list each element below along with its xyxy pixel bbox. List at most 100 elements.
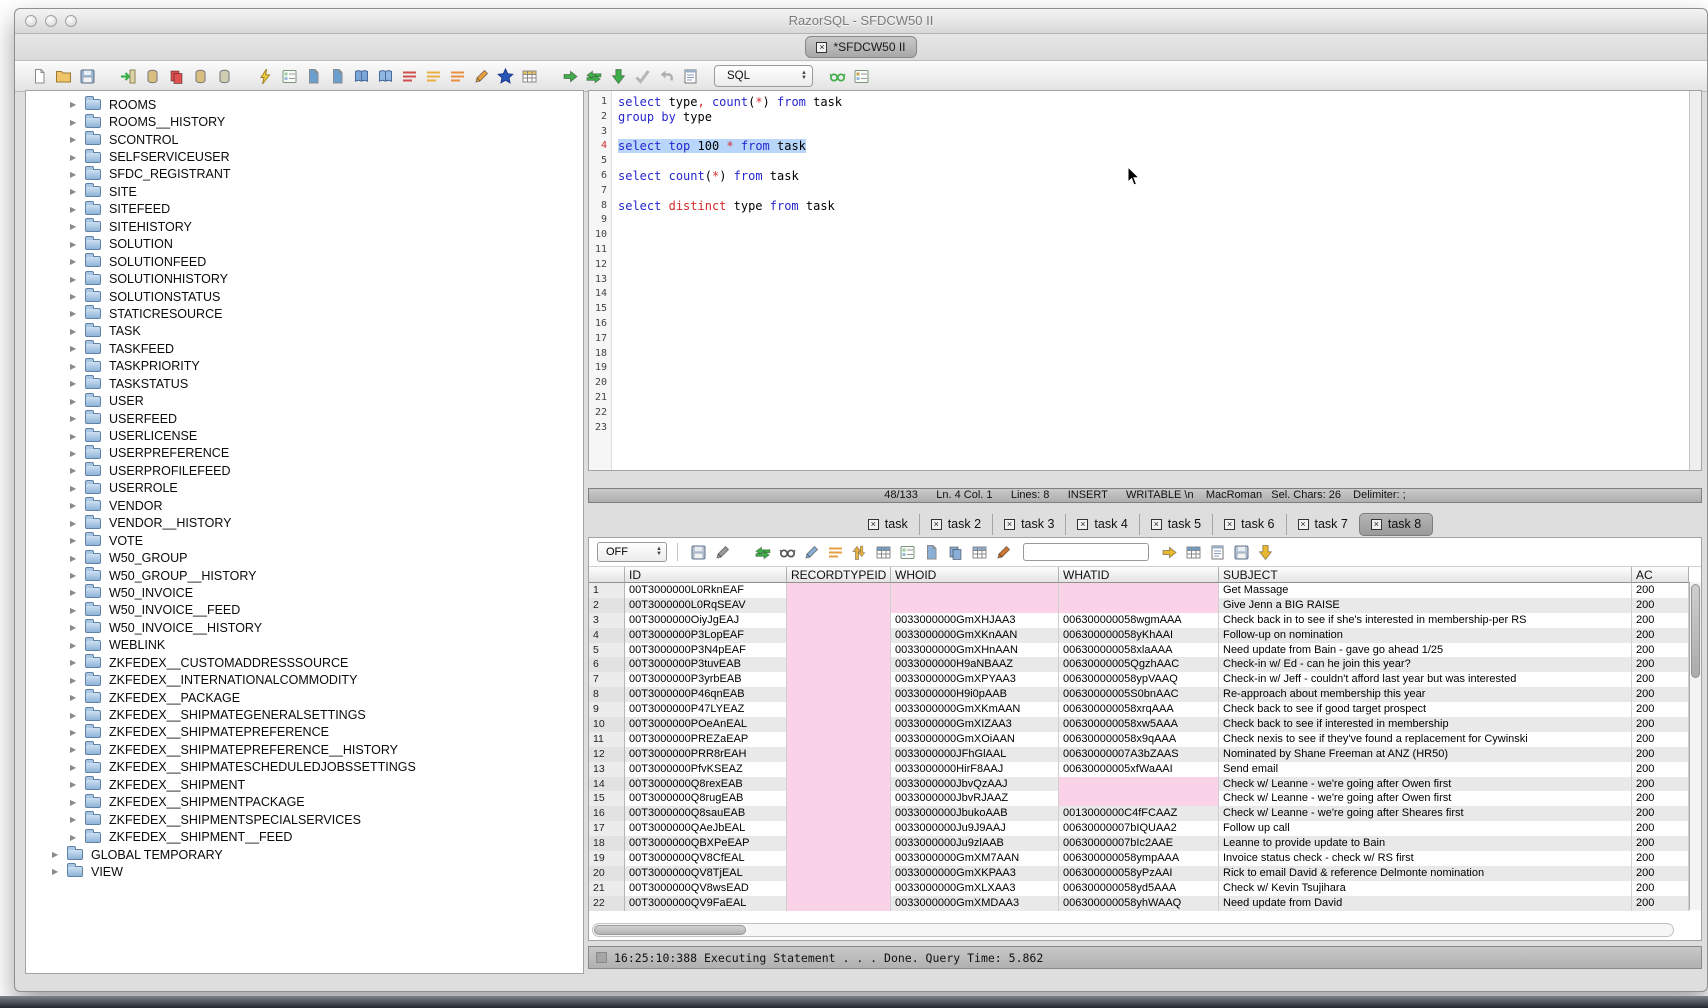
tree-item-taskpriority[interactable]: ▶TASKPRIORITY: [26, 358, 583, 375]
tree-item-rooms-history[interactable]: ▶ROOMS__HISTORY: [26, 113, 583, 130]
tree-item-global-temporary[interactable]: ▶GLOBAL TEMPORARY: [26, 846, 583, 863]
edit-table-icon[interactable]: [351, 67, 371, 86]
table-row[interactable]: 500T3000000P3N4pEAF0033000000GmXHnAAN006…: [589, 643, 1701, 658]
disclosure-triangle-icon[interactable]: ▶: [70, 745, 85, 754]
tree-item-w50-invoice-history[interactable]: ▶W50_INVOICE__HISTORY: [26, 619, 583, 636]
tree-item-selfserviceuser[interactable]: ▶SELFSERVICEUSER: [26, 148, 583, 165]
grid-cell[interactable]: 200: [1632, 672, 1689, 687]
save-grid-icon[interactable]: [1231, 543, 1251, 562]
column-header-rownum[interactable]: [589, 567, 625, 583]
tree-item-w50-invoice[interactable]: ▶W50_INVOICE: [26, 584, 583, 601]
tree-item-zkfedex-shipmatescheduledjobssettings[interactable]: ▶ZKFEDEX__SHIPMATESCHEDULEDJOBSSETTINGS: [26, 759, 583, 776]
grid-cell[interactable]: [787, 881, 891, 896]
grid-cell[interactable]: 00T3000000QBXPeEAP: [625, 836, 787, 851]
table-row[interactable]: 2100T3000000QV8wsEAD0033000000GmXLXAA300…: [589, 881, 1701, 896]
grid-cell[interactable]: 00T3000000POeAnEAL: [625, 717, 787, 732]
grid-cell[interactable]: 0033000000H9aNBAAZ: [891, 657, 1059, 672]
tree-item-zkfedex-package[interactable]: ▶ZKFEDEX__PACKAGE: [26, 689, 583, 706]
grid-cell[interactable]: 200: [1632, 821, 1689, 836]
download-results-icon[interactable]: [1255, 543, 1275, 562]
disclosure-triangle-icon[interactable]: ▶: [70, 658, 85, 667]
sort-icon[interactable]: [399, 67, 419, 86]
table-row[interactable]: 200T3000000L0RqSEAVGive Jenn a BIG RAISE…: [589, 598, 1701, 613]
insert-row-icon[interactable]: [825, 543, 845, 562]
grid-cell[interactable]: 0033000000GmXPYAA3: [891, 672, 1059, 687]
grid-cell[interactable]: Send email: [1219, 762, 1632, 777]
sql-code-area[interactable]: select type, count(*) from taskgroup by …: [612, 91, 1689, 470]
notes-icon[interactable]: [1207, 543, 1227, 562]
document-tab[interactable]: × *SFDCW50 II: [805, 36, 916, 58]
grid-cell[interactable]: [787, 791, 891, 806]
table-row[interactable]: 1400T3000000Q8rexEAB0033000000JbvQzAAJCh…: [589, 777, 1701, 792]
grid-cell[interactable]: [891, 598, 1059, 613]
tab-close-icon[interactable]: ×: [1298, 519, 1309, 530]
table-row[interactable]: 1300T3000000PfvKSEAZ0033000000HirF8AAJ00…: [589, 762, 1701, 777]
tree-item-userpreference[interactable]: ▶USERPREFERENCE: [26, 445, 583, 462]
grid-cell[interactable]: 0033000000GmXOiAAN: [891, 732, 1059, 747]
grid-cell[interactable]: [787, 583, 891, 598]
disclosure-triangle-icon[interactable]: ▶: [70, 153, 85, 162]
grid-cell[interactable]: 00T3000000PREZaEAP: [625, 732, 787, 747]
refresh-results-icon[interactable]: [753, 543, 773, 562]
grid-cell[interactable]: Check-in w/ Ed - can he join this year?: [1219, 657, 1632, 672]
grid-cell[interactable]: Need update from Bain - gave go ahead 1/…: [1219, 643, 1632, 658]
grid-cell[interactable]: 006300000058wgmAAA: [1059, 613, 1219, 628]
grid-cell[interactable]: 0013000000C4fFCAAZ: [1059, 806, 1219, 821]
grid-cell[interactable]: [787, 732, 891, 747]
grid-cell[interactable]: 00T3000000P3tuvEAB: [625, 657, 787, 672]
tree-item-userrole[interactable]: ▶USERROLE: [26, 480, 583, 497]
disclosure-triangle-icon[interactable]: ▶: [70, 466, 85, 475]
tree-item-w50-invoice-feed[interactable]: ▶W50_INVOICE__FEED: [26, 602, 583, 619]
grid-cell[interactable]: Give Jenn a BIG RAISE: [1219, 598, 1632, 613]
tab-close-icon[interactable]: ×: [1151, 519, 1162, 530]
results-search-input[interactable]: [1023, 543, 1149, 561]
grid-cell[interactable]: 200: [1632, 702, 1689, 717]
tree-item-vote[interactable]: ▶VOTE: [26, 532, 583, 549]
disclosure-triangle-icon[interactable]: ▶: [70, 257, 85, 266]
tree-item-w50-group[interactable]: ▶W50_GROUP: [26, 549, 583, 566]
table-row[interactable]: 800T3000000P46qnEAB0033000000H9i0pAAB006…: [589, 687, 1701, 702]
grid-cell[interactable]: 0033000000Ju9zlAAB: [891, 836, 1059, 851]
grid-cell[interactable]: 0033000000GmXMDAA3: [891, 896, 1059, 911]
grid-cell[interactable]: [787, 866, 891, 881]
copy-connection-icon[interactable]: [166, 67, 186, 86]
table-row[interactable]: 1000T3000000POeAnEAL0033000000GmXIZAA300…: [589, 717, 1701, 732]
tree-item-user[interactable]: ▶USER: [26, 392, 583, 409]
form-view-icon[interactable]: [897, 543, 917, 562]
scrollbar-thumb[interactable]: [594, 925, 746, 935]
grid-cell[interactable]: 006300000058yKhAAI: [1059, 628, 1219, 643]
grid-cell[interactable]: [787, 613, 891, 628]
grid-cell[interactable]: [787, 687, 891, 702]
grid-cell[interactable]: 200: [1632, 628, 1689, 643]
table-row[interactable]: 100T3000000L0RknEAFGet Massage200: [589, 583, 1701, 598]
grid-cell[interactable]: 00630000007bIQUAA2: [1059, 821, 1219, 836]
tree-item-taskstatus[interactable]: ▶TASKSTATUS: [26, 375, 583, 392]
disclosure-triangle-icon[interactable]: ▶: [70, 711, 85, 720]
tree-item-zkfedex-shipment[interactable]: ▶ZKFEDEX__SHIPMENT: [26, 776, 583, 793]
close-window-button[interactable]: [25, 15, 37, 27]
add-connection-icon[interactable]: [190, 67, 210, 86]
grid-cell[interactable]: 0033000000HirF8AAJ: [891, 762, 1059, 777]
results-tab-task-2[interactable]: ×task 2: [919, 514, 992, 535]
grid-cell[interactable]: 0033000000JbukoAAB: [891, 806, 1059, 821]
grid-cell[interactable]: Check w/ Kevin Tsujihara: [1219, 881, 1632, 896]
grid-cell[interactable]: 0033000000JbvRJAAZ: [891, 791, 1059, 806]
disclosure-triangle-icon[interactable]: ▶: [70, 728, 85, 737]
tab-close-icon[interactable]: ×: [816, 42, 827, 53]
grid-cell[interactable]: [787, 628, 891, 643]
tree-item-sitehistory[interactable]: ▶SITEHISTORY: [26, 218, 583, 235]
execute-sql-icon[interactable]: [255, 67, 275, 86]
results-tab-task-3[interactable]: ×task 3: [992, 514, 1065, 535]
grid-cell[interactable]: Nominated by Shane Freeman at ANZ (HR50): [1219, 747, 1632, 762]
grid-cell[interactable]: 00T3000000Q8sauEAB: [625, 806, 787, 821]
grid-cell[interactable]: 0033000000GmXKmAAN: [891, 702, 1059, 717]
tree-item-userlicense[interactable]: ▶USERLICENSE: [26, 427, 583, 444]
grid-cell[interactable]: 006300000058ympAAA: [1059, 851, 1219, 866]
grid-cell[interactable]: Check w/ Leanne - we're going after Owen…: [1219, 777, 1632, 792]
database-browser-panel[interactable]: ▶ROOMS▶ROOMS__HISTORY▶SCONTROL▶SELFSERVI…: [25, 90, 584, 974]
grid-cell[interactable]: 200: [1632, 836, 1689, 851]
tab-close-icon[interactable]: ×: [868, 519, 879, 530]
filter-select[interactable]: OFF ▲▼: [597, 542, 667, 562]
commit-icon[interactable]: [632, 67, 652, 86]
grid-cell[interactable]: 00T3000000Q8rexEAB: [625, 777, 787, 792]
